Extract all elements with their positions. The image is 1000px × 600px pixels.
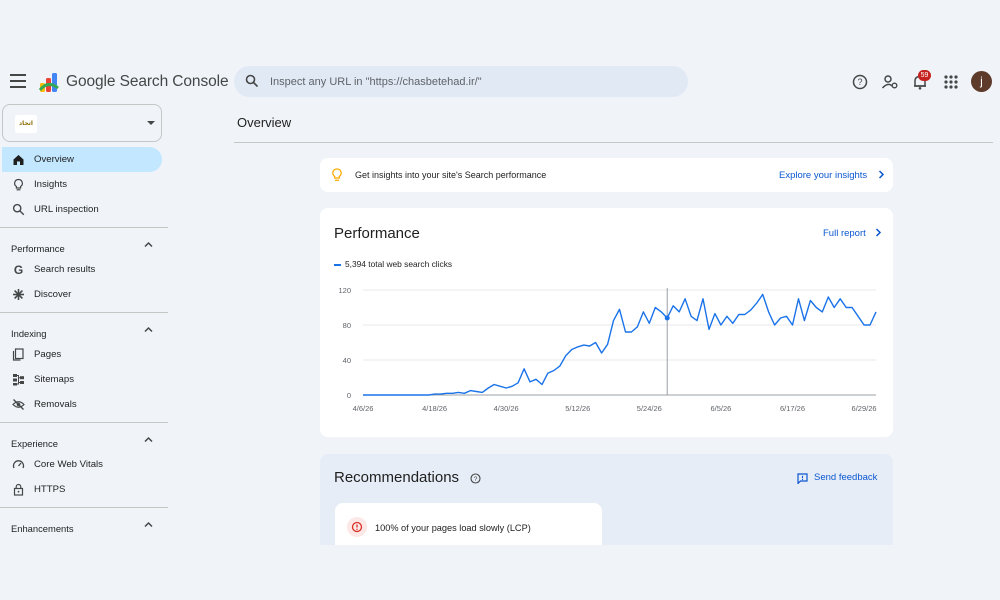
property-favicon: اتحاد <box>15 115 37 133</box>
feedback-icon <box>797 473 808 484</box>
top-bar: Google Search Console ? <box>0 62 1000 102</box>
section-title: Indexing <box>11 328 47 339</box>
page-title: Overview <box>237 115 292 130</box>
recommendation-card[interactable]: 100% of your pages load slowly (LCP) <box>335 503 602 545</box>
sidebar-item-core-web-vitals[interactable]: Core Web Vitals <box>2 452 162 477</box>
sidebar-item-label: Search results <box>34 264 96 275</box>
search-console-logo <box>38 73 59 92</box>
chevron-up-icon <box>144 241 153 248</box>
help-icon[interactable]: ? <box>851 73 869 91</box>
warning-icon <box>347 517 367 537</box>
app-title[interactable]: Google Search Console <box>66 73 229 91</box>
send-feedback-label: Send feedback <box>814 472 878 483</box>
y-tick-label: 0 <box>347 391 351 400</box>
lightbulb-icon <box>14 178 23 191</box>
sidebar-item-pages[interactable]: Pages <box>2 342 162 367</box>
section-title: Experience <box>11 438 58 449</box>
sidebar-item-overview[interactable]: Overview <box>2 147 162 172</box>
sitemap-icon <box>13 374 24 386</box>
clicks-series-line <box>363 293 877 396</box>
google-g-icon: G <box>14 263 23 276</box>
insights-text: Get insights into your site's Search per… <box>355 170 547 180</box>
sidebar-item-url-inspection[interactable]: URL inspection <box>2 197 162 222</box>
sidebar-divider <box>0 422 168 423</box>
y-tick-label: 80 <box>343 321 351 330</box>
y-tick-label: 120 <box>338 286 351 295</box>
url-inspection-search[interactable] <box>234 66 688 97</box>
clicks-line-chart[interactable]: 0 40 80 120 4/6/26 4/18/26 4/30/26 5/12/26 5/24/… <box>320 208 893 437</box>
sidebar-item-label: Insights <box>34 179 68 190</box>
sidebar-item-label: URL inspection <box>34 204 99 215</box>
sidebar-item-label: HTTPS <box>34 484 66 495</box>
chevron-down-icon <box>147 121 155 125</box>
chevron-up-icon <box>144 436 153 443</box>
sidebar-item-insights[interactable]: Insights <box>2 172 162 197</box>
section-title: Enhancements <box>11 523 74 534</box>
explore-insights-label: Explore your insights <box>779 170 868 181</box>
svg-text:?: ? <box>474 476 478 483</box>
home-icon <box>13 155 24 165</box>
sidebar-item-search-results[interactable]: G Search results <box>2 257 162 282</box>
x-tick-label: 4/6/26 <box>353 404 374 413</box>
x-tick-label: 4/18/26 <box>422 404 447 413</box>
main-menu-icon[interactable] <box>10 74 26 88</box>
section-header-performance[interactable]: Performance <box>11 239 159 254</box>
sidebar-divider <box>0 312 168 313</box>
x-tick-label: 5/12/26 <box>565 404 590 413</box>
chevron-up-icon <box>144 521 153 528</box>
x-tick-label: 6/29/26 <box>852 404 877 413</box>
asterisk-icon <box>13 289 24 300</box>
notification-count-badge: 59 <box>918 70 931 81</box>
lock-icon <box>13 483 24 496</box>
chevron-up-icon <box>144 326 153 333</box>
svg-text:?: ? <box>857 77 862 87</box>
insights-banner: Get insights into your site's Search per… <box>320 158 893 192</box>
svg-text:G: G <box>14 263 23 276</box>
y-tick-label: 40 <box>343 356 351 365</box>
sidebar-item-label: Core Web Vitals <box>34 459 103 470</box>
section-header-enhancements[interactable]: Enhancements <box>11 519 159 534</box>
sidebar-item-label: Removals <box>34 399 77 410</box>
x-tick-label: 6/5/26 <box>710 404 731 413</box>
section-title: Performance <box>11 243 65 254</box>
sidebar-item-discover[interactable]: Discover <box>2 282 162 307</box>
property-selector[interactable]: اتحاد <box>2 104 162 142</box>
lightbulb-icon <box>332 168 342 181</box>
sidebar-divider <box>0 507 168 508</box>
sidebar-item-label: Overview <box>34 154 74 165</box>
recommendation-text: 100% of your pages load slowly (LCP) <box>375 523 531 533</box>
sidebar-item-sitemaps[interactable]: Sitemaps <box>2 367 162 392</box>
account-avatar[interactable]: j <box>971 71 992 92</box>
sidebar-divider <box>0 227 168 228</box>
apps-grid-icon[interactable] <box>942 73 960 91</box>
recommendations-panel: Recommendations ? Send feedback 100% of … <box>320 454 893 545</box>
chevron-right-icon <box>878 170 884 179</box>
section-header-experience[interactable]: Experience <box>11 434 159 449</box>
pages-icon <box>12 348 24 361</box>
x-tick-label: 6/17/26 <box>780 404 805 413</box>
recommendations-title: Recommendations <box>334 469 460 486</box>
gauge-icon <box>12 460 25 469</box>
performance-card: Performance Full report 5,394 total web … <box>320 208 893 437</box>
explore-insights-link[interactable]: Explore your insights <box>779 170 885 181</box>
manage-users-icon[interactable] <box>881 73 899 91</box>
search-input[interactable] <box>270 66 670 97</box>
search-icon <box>245 74 259 88</box>
sidebar-item-https[interactable]: HTTPS <box>2 477 162 502</box>
section-header-indexing[interactable]: Indexing <box>11 324 159 339</box>
x-tick-label: 4/30/26 <box>494 404 519 413</box>
sidebar-item-label: Pages <box>34 349 62 360</box>
title-divider <box>234 142 993 143</box>
sidebar-item-label: Sitemaps <box>34 374 74 385</box>
sidebar-item-label: Discover <box>34 289 72 300</box>
search-icon <box>12 203 25 216</box>
help-circle-icon[interactable]: ? <box>470 473 481 484</box>
hover-point <box>664 315 670 321</box>
sidebar-item-removals[interactable]: Removals <box>2 392 162 417</box>
eye-off-icon <box>12 399 25 410</box>
x-tick-label: 5/24/26 <box>637 404 662 413</box>
